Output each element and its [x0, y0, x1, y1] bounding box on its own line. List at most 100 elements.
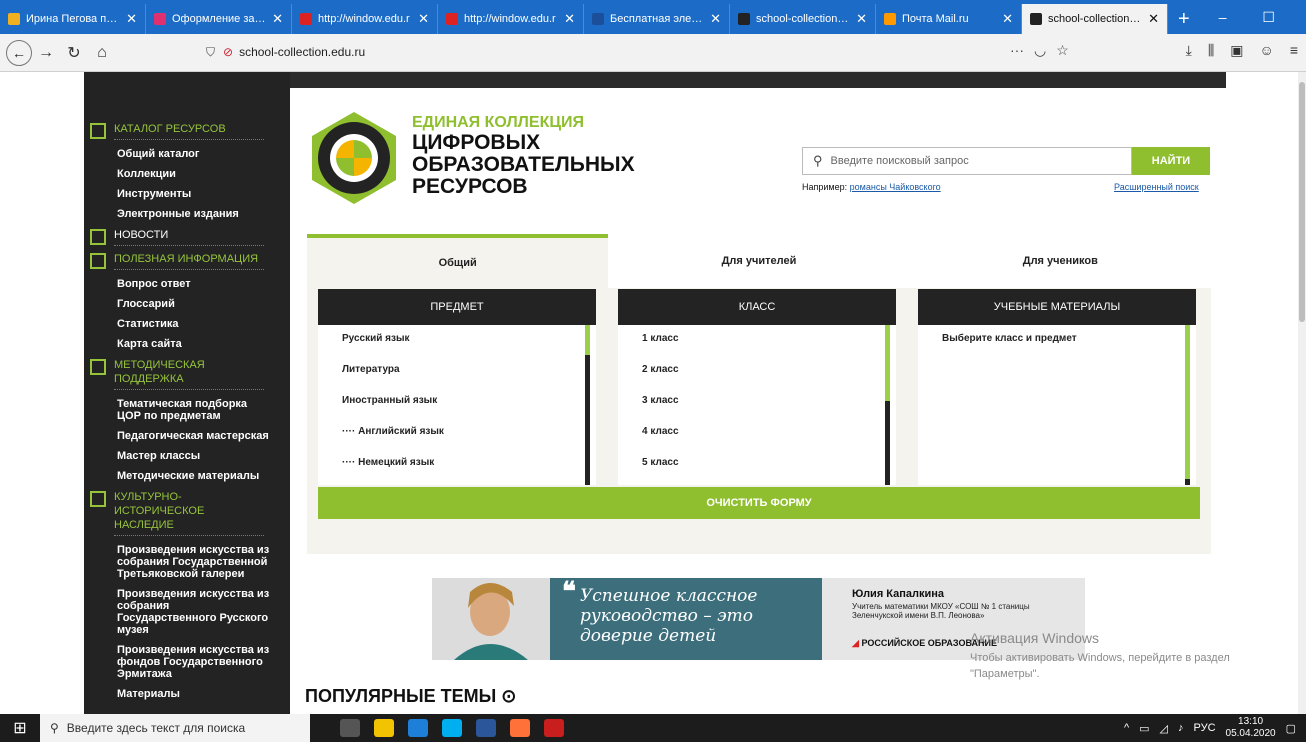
sidebar-item[interactable]: Методические материалы [90, 470, 270, 482]
sidebar-item[interactable]: Электронные издания [90, 208, 270, 220]
taskbar-search[interactable]: ⚲ Введите здесь текст для поиска [40, 714, 310, 742]
list-item[interactable]: 4 класс [642, 424, 896, 455]
scroll-thumb[interactable] [1185, 325, 1190, 479]
skype-icon[interactable] [442, 719, 462, 737]
close-tab-icon[interactable]: ✕ [856, 11, 867, 27]
browser-tab[interactable]: Ирина Пегова похва ✕ [0, 4, 146, 34]
sidebar-item[interactable]: Глоссарий [90, 298, 270, 310]
sidebar-item[interactable]: Инструменты [90, 188, 270, 200]
battery-icon[interactable]: ▭ [1139, 722, 1149, 735]
advanced-search-link[interactable]: Расширенный поиск [1114, 182, 1199, 192]
sidebar-section[interactable]: МЕТОДИЧЕСКАЯ ПОДДЕРЖКА [90, 358, 290, 390]
network-icon[interactable]: ◿ [1160, 722, 1168, 735]
download-icon[interactable]: ⤓ [1186, 42, 1192, 59]
close-tab-icon[interactable]: ✕ [1002, 11, 1013, 27]
pocket-icon[interactable]: ◡ [1034, 42, 1046, 59]
browser-tab[interactable]: school-collection.edu ✕ [730, 4, 876, 34]
logo-emblem[interactable] [306, 110, 402, 206]
column-scrollbar[interactable] [1185, 325, 1190, 485]
page-actions-button[interactable]: ··· [1010, 42, 1024, 59]
browser-tab[interactable]: Оформление заказа ✕ [146, 4, 292, 34]
list-item[interactable]: 5 класс [642, 455, 896, 486]
sidebar-item[interactable]: Мастер классы [90, 450, 270, 462]
sidebar-section[interactable]: КАТАЛОГ РЕСУРСОВ [90, 122, 290, 140]
back-button[interactable]: ← [6, 39, 32, 66]
list-item[interactable]: 3 класс [642, 393, 896, 424]
clear-form-button[interactable]: ОЧИСТИТЬ ФОРМУ [318, 487, 1200, 519]
language-indicator[interactable]: РУС [1194, 722, 1216, 734]
list-item[interactable]: Русский язык [342, 331, 596, 362]
list-item[interactable]: ···· Немецкий язык [342, 455, 596, 486]
minimize-button[interactable]: – [1200, 9, 1246, 25]
sidebar-section[interactable]: НОВОСТИ [90, 228, 290, 246]
url-bar[interactable]: ⛉ ⊘ school-collection.edu.ru [206, 39, 1086, 65]
sidebar-section[interactable]: ПОЛЕЗНАЯ ИНФОРМАЦИЯ [90, 252, 290, 270]
word-icon[interactable] [476, 719, 496, 737]
page-scrollbar[interactable] [1298, 72, 1306, 714]
scroll-thumb[interactable] [1299, 82, 1305, 322]
column-scrollbar[interactable] [885, 325, 890, 485]
sidebar-item[interactable]: Вопрос ответ [90, 278, 270, 290]
clock[interactable]: 13:10 05.04.2020 [1226, 716, 1276, 740]
close-tab-icon[interactable]: ✕ [564, 11, 575, 27]
bookmark-star-icon[interactable]: ☆ [1056, 42, 1069, 59]
sidebar-item[interactable]: Произведения искусства из собрания Госуд… [90, 544, 270, 580]
list-item[interactable]: 2 класс [642, 362, 896, 393]
sidebar-item[interactable]: Педагогическая мастерская [90, 430, 270, 442]
list-item[interactable]: ···· Английский язык [342, 424, 596, 455]
sidebar-item[interactable]: Материалы [90, 688, 270, 700]
file-explorer-icon[interactable] [374, 719, 394, 737]
start-button[interactable]: ⊞ [0, 714, 40, 742]
scroll-thumb[interactable] [885, 325, 890, 401]
list-item[interactable]: Литература [342, 362, 596, 393]
browser-tab[interactable]: http://window.edu.r ✕ [292, 4, 438, 34]
forward-button[interactable]: → [32, 44, 60, 62]
menu-icon[interactable]: ≡ [1290, 42, 1298, 59]
close-tab-icon[interactable]: ✕ [126, 11, 137, 27]
reload-button[interactable]: ↻ [60, 43, 88, 63]
home-button[interactable]: ⌂ [88, 44, 116, 62]
sidebar-item[interactable]: Тематическая подборка ЦОР по предметам [90, 398, 270, 422]
list-item[interactable]: Иностранный язык [342, 393, 596, 424]
catalog-tab[interactable]: Общий [307, 234, 609, 288]
sidebar-toggle-icon[interactable]: ▣ [1230, 42, 1243, 59]
sidebar-nav: КАТАЛОГ РЕСУРСОВ Общий каталог Коллекции Ин… [84, 72, 290, 714]
tray-expand-icon[interactable]: ^ [1124, 722, 1129, 734]
notifications-icon[interactable]: ▢ [1286, 722, 1296, 735]
column-scrollbar[interactable] [585, 325, 590, 485]
close-tab-icon[interactable]: ✕ [1148, 11, 1159, 27]
sidebar-item[interactable]: Карта сайта [90, 338, 270, 350]
volume-icon[interactable]: ♪ [1178, 722, 1184, 734]
close-tab-icon[interactable]: ✕ [418, 11, 429, 27]
firefox-icon[interactable] [510, 719, 530, 737]
sidebar-item[interactable]: Произведения искусства из фондов Государ… [90, 644, 270, 680]
close-tab-icon[interactable]: ✕ [710, 11, 721, 27]
catalog-tab[interactable]: Для учеников [909, 234, 1211, 288]
browser-tab[interactable]: Бесплатная электро ✕ [584, 4, 730, 34]
sidebar-item[interactable]: Статистика [90, 318, 270, 330]
account-icon[interactable]: ☺ [1260, 42, 1274, 59]
close-tab-icon[interactable]: ✕ [272, 11, 283, 27]
scroll-thumb[interactable] [585, 325, 590, 355]
sidebar-item[interactable]: Общий каталог [90, 148, 270, 160]
close-window-button[interactable]: ✕ [1292, 9, 1306, 26]
browser-tab[interactable]: http://window.edu.r ✕ [438, 4, 584, 34]
edge-icon[interactable] [408, 719, 428, 737]
catalog-tab[interactable]: Для учителей [608, 234, 910, 288]
list-item[interactable]: Выберите класс и предмет [942, 331, 1196, 362]
new-tab-button[interactable]: + [1168, 4, 1200, 34]
promo-banner[interactable]: ❝ Успешное классное руководство – это до… [432, 578, 1085, 660]
sidebar-item[interactable]: Коллекции [90, 168, 270, 180]
browser-tab[interactable]: Почта Mail.ru ✕ [876, 4, 1022, 34]
maximize-button[interactable]: ☐ [1246, 9, 1292, 26]
library-icon[interactable]: ⫼ [1208, 42, 1214, 59]
search-button[interactable]: НАЙТИ [1132, 147, 1210, 175]
example-link[interactable]: романсы Чайковского [850, 182, 941, 192]
browser-tab[interactable]: school-collection.edu ✕ [1022, 4, 1168, 34]
task-view-icon[interactable] [340, 719, 360, 737]
search-input[interactable]: ⚲ Введите поисковый запрос [802, 147, 1132, 175]
antivirus-icon[interactable] [544, 719, 564, 737]
sidebar-section[interactable]: КУЛЬТУРНО-ИСТОРИЧЕСКОЕ НАСЛЕДИЕ [90, 490, 290, 536]
list-item[interactable]: 1 класс [642, 331, 896, 362]
sidebar-item[interactable]: Произведения искусства из собрания Госуд… [90, 588, 270, 636]
